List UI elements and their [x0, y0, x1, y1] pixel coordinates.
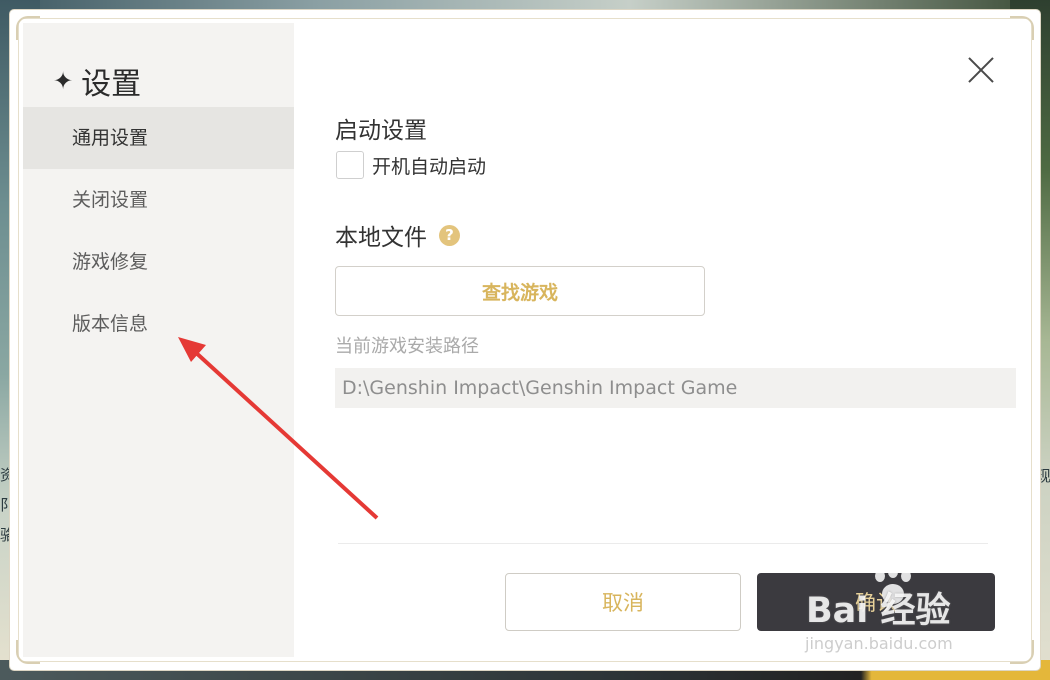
confirm-button[interactable]: 确认	[757, 573, 995, 631]
local-files-heading-text: 本地文件	[335, 225, 427, 251]
autostart-row: 开机自动启动	[336, 151, 486, 179]
sidebar-item-game-repair[interactable]: 游戏修复	[23, 231, 294, 293]
sidebar-item-general[interactable]: 通用设置	[23, 107, 294, 169]
dialog-title-text: 设置	[81, 67, 142, 102]
autostart-label[interactable]: 开机自动启动	[372, 152, 486, 179]
sidebar-item-version-info[interactable]: 版本信息	[23, 293, 294, 355]
sparkle-star-icon: ✦	[53, 67, 74, 95]
sidebar-nav: 通用设置 关闭设置 游戏修复 版本信息	[23, 107, 294, 355]
install-path-label: 当前游戏安装路径	[335, 336, 479, 357]
dialog-title: ✦ 设置	[53, 63, 141, 102]
settings-sidebar: ✦ 设置 通用设置 关闭设置 游戏修复 版本信息	[23, 23, 294, 657]
cancel-button[interactable]: 取消	[505, 573, 741, 631]
frame-corner-ornament	[1010, 640, 1034, 664]
install-path-field: D:\Genshin Impact\Genshin Impact Game	[335, 368, 1016, 408]
close-icon[interactable]	[966, 54, 996, 84]
local-files-heading: 本地文件 ?	[335, 218, 460, 252]
footer-divider	[338, 543, 988, 544]
question-mark-icon[interactable]: ?	[439, 224, 460, 246]
settings-dialog: ✦ 设置 通用设置 关闭设置 游戏修复 版本信息 启动设置 开机自动启动 本地文…	[10, 10, 1040, 670]
launch-settings-heading: 启动设置	[335, 118, 427, 144]
frame-corner-ornament	[1010, 16, 1034, 40]
autostart-checkbox[interactable]	[336, 151, 364, 179]
sidebar-item-close-settings[interactable]: 关闭设置	[23, 169, 294, 231]
find-game-button[interactable]: 查找游戏	[335, 266, 705, 316]
